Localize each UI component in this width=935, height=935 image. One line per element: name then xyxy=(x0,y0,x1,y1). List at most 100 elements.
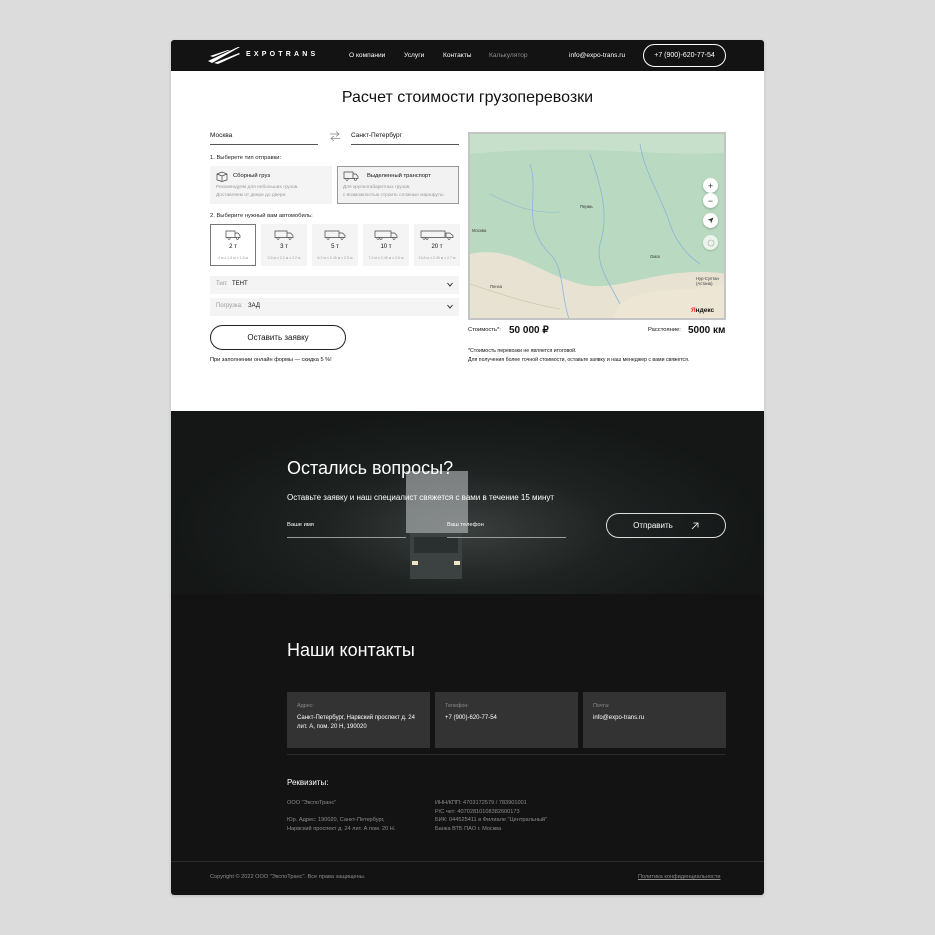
contacts-title: Наши контакты xyxy=(287,640,415,660)
divider xyxy=(287,754,726,755)
phone-input-underline xyxy=(447,537,566,538)
vehicle-size: 13.6 м х 2.45 м х 2.7 м xyxy=(418,256,456,260)
nav-about[interactable]: О компании xyxy=(349,52,385,59)
chevron-down-icon xyxy=(447,304,453,309)
logo-text[interactable]: EXPOTRANS xyxy=(246,51,318,58)
questions-subtitle: Оставьте заявку и наш специалист свяжетс… xyxy=(287,493,555,502)
footer-divider xyxy=(171,861,764,862)
route-map[interactable]: Москва Пермь Пенза Омск Нур-Султан (Аста… xyxy=(468,132,726,320)
truck-3t-icon xyxy=(274,230,294,240)
vehicle-size: 4 м х 1.8 м х 1.8 м xyxy=(218,256,248,260)
geolocation-button[interactable] xyxy=(703,213,718,228)
type-select-value: ТЕНТ xyxy=(232,281,248,287)
zoom-out-button[interactable]: − xyxy=(703,193,718,208)
nav-contacts[interactable]: Контакты xyxy=(443,52,471,59)
loading-select-value: ЗАД xyxy=(248,303,260,309)
shipping-type-title: Выделенный транспорт xyxy=(367,173,431,179)
header-phone-button[interactable]: +7 (900)-620-77-54 xyxy=(643,44,726,67)
type-select-label: Тип: xyxy=(216,281,228,287)
loading-select[interactable]: Погрузка: ЗАД xyxy=(210,298,459,316)
vehicle-2t[interactable]: 2 т 4 м х 1.8 м х 1.8 м xyxy=(210,224,256,266)
privacy-policy-link[interactable]: Политика конфиденциальности xyxy=(638,874,721,880)
vehicle-size: 3.5 м х 2.2 м х 2.2 м xyxy=(267,256,301,260)
map-city-label: Омск xyxy=(650,254,661,259)
vehicle-size: 7.2 м х 2.45 м х 2.6 м xyxy=(368,256,404,260)
truck-icon xyxy=(343,171,359,181)
nav-calculator[interactable]: Калькулятор xyxy=(489,52,528,59)
cost-value: 50 000 ₽ xyxy=(509,325,549,336)
address-value: Санкт-Петербург, Нарвский проспект д. 24… xyxy=(297,715,415,730)
phone-card: Телефон: +7 (900)-620-77-54 xyxy=(435,692,578,748)
map-city-label: Пермь xyxy=(580,204,593,209)
vehicle-5t[interactable]: 5 т 6.2 м х 2.45 м х 2.5 м xyxy=(312,224,358,266)
submit-request-button[interactable]: Оставить заявку xyxy=(210,325,346,350)
discount-note: При заполнении онлайн формы — скидка 5 %… xyxy=(210,357,332,363)
map-city-label: Пенза xyxy=(490,284,502,289)
bank-details: ИНН/КПП: 4703172579 / 783901001 Р/С чет:… xyxy=(435,800,548,832)
questions-title: Остались вопросы? xyxy=(287,458,454,478)
email-card: Почта: info@expo-trans.ru xyxy=(583,692,726,748)
name-input-underline xyxy=(287,537,406,538)
type-select[interactable]: Тип: ТЕНТ xyxy=(210,276,459,294)
traffic-button[interactable] xyxy=(703,235,718,250)
box-icon xyxy=(216,171,228,182)
step1-label: 1. Выберете тип отправки: xyxy=(210,155,282,161)
address-card: Адрес: Санкт-Петербург, Нарвский проспек… xyxy=(287,692,430,748)
contacts-section: Наши контакты Адрес: Санкт-Петербург, На… xyxy=(171,594,764,895)
to-city-underline xyxy=(351,144,459,145)
phone-label: Телефон: xyxy=(445,703,469,709)
ruler-icon xyxy=(707,239,714,246)
vehicle-weight: 5 т xyxy=(331,244,339,250)
chevron-down-icon xyxy=(447,282,453,287)
vehicle-weight: 20 т xyxy=(431,244,443,250)
to-city-input[interactable]: Санкт-Петербург xyxy=(351,132,402,139)
phone-input[interactable]: Ваш телефон xyxy=(447,522,484,528)
zoom-in-button[interactable]: + xyxy=(703,178,718,193)
swap-arrows-icon[interactable] xyxy=(329,130,341,142)
loading-select-label: Погрузка: xyxy=(216,303,243,309)
step2-label: 2. Выберите нужный вам автомобиль: xyxy=(210,213,313,219)
cost-footnote: *Стоимость перевозки не является итогово… xyxy=(468,348,690,363)
distance-value: 5000 км xyxy=(688,325,726,336)
vehicle-10t[interactable]: 10 т 7.2 м х 2.45 м х 2.6 м xyxy=(363,224,409,266)
truck-small-icon xyxy=(225,230,241,240)
vehicle-weight: 10 т xyxy=(380,244,392,250)
map-city-label: Москва xyxy=(472,228,487,233)
phone-value[interactable]: +7 (900)-620-77-54 xyxy=(445,714,573,723)
send-button[interactable]: Отправить xyxy=(606,513,726,538)
vehicle-size: 6.2 м х 2.45 м х 2.5 м xyxy=(317,256,353,260)
vehicle-weight: 3 т xyxy=(280,244,288,250)
truck-trailer-icon xyxy=(420,230,454,240)
copyright: Copyright © 2022 ООО "ЭкспоТранс". Все п… xyxy=(210,874,366,880)
truck-10t-icon xyxy=(374,230,398,240)
from-city-underline xyxy=(210,144,318,145)
shipping-type-title: Сборный груз xyxy=(233,173,271,179)
nav-services[interactable]: Услуги xyxy=(404,52,424,59)
shipping-type-dedicated[interactable]: Выделенный транспорт Для крупногабаритны… xyxy=(337,166,459,204)
email-label: Почта: xyxy=(593,703,610,709)
vehicle-3t[interactable]: 3 т 3.5 м х 2.2 м х 2.2 м xyxy=(261,224,307,266)
email-value[interactable]: info@expo-trans.ru xyxy=(593,714,721,723)
site-header: EXPOTRANS О компании Услуги Контакты Кал… xyxy=(171,40,764,71)
location-arrow-icon xyxy=(707,217,714,224)
company-name: ООО "ЭкспоТранс" xyxy=(287,800,337,806)
vehicle-20t[interactable]: 20 т 13.6 м х 2.45 м х 2.7 м xyxy=(414,224,460,266)
website: EXPOTRANS О компании Услуги Контакты Кал… xyxy=(171,40,764,895)
truck-5t-icon xyxy=(324,230,346,240)
legal-address: Юр. Адрес: 190020, Санкт-Петербург, Нарв… xyxy=(287,817,396,832)
logo-wing-icon[interactable] xyxy=(208,46,240,65)
vehicle-weight: 2 т xyxy=(229,244,237,250)
requisites-title: Реквизиты: xyxy=(287,778,329,787)
send-button-label: Отправить xyxy=(633,521,673,530)
map-city-label: Нур-Султан (Астана) xyxy=(696,276,719,286)
shipping-type-consolidated[interactable]: Сборный груз Рекомендуем для небольших г… xyxy=(210,166,332,204)
from-city-input[interactable]: Москва xyxy=(210,132,232,139)
cost-label: Стоимость*: xyxy=(468,327,501,333)
questions-section: Остались вопросы? Оставьте заявку и наш … xyxy=(171,411,764,594)
shipping-type-desc: Для крупногабаритных грузов, с возможнос… xyxy=(343,185,445,198)
name-input[interactable]: Ваше имя xyxy=(287,522,314,528)
address-label: Адрес: xyxy=(297,703,314,709)
shipping-type-desc: Рекомендуем для небольших грузов. Достав… xyxy=(216,185,299,198)
header-email-link[interactable]: info@expo-trans.ru xyxy=(569,52,625,59)
yandex-logo: Яндекс xyxy=(691,307,715,314)
